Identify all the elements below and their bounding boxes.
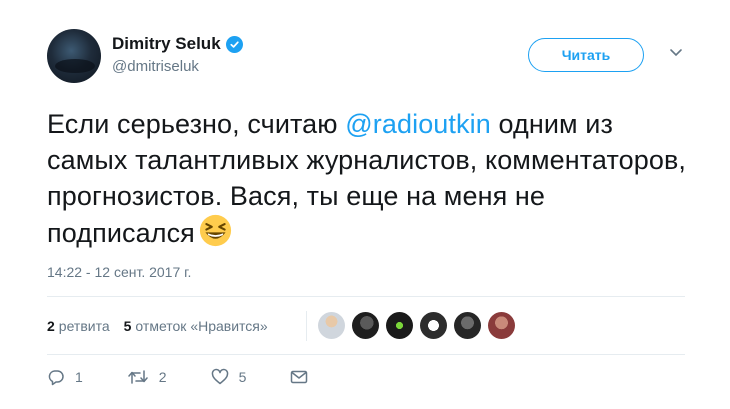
grinning-squinting-face-icon [199,214,231,247]
author-handle[interactable]: @dmitriseluk [112,58,199,75]
retweet-count: 2 [158,369,167,385]
divider [47,296,685,297]
like-button[interactable]: 5 [211,368,247,386]
liker-avatar[interactable] [488,312,515,339]
liker-avatar[interactable] [420,312,447,339]
liker-avatar[interactable] [386,312,413,339]
liker-avatar[interactable] [454,312,481,339]
mention-link[interactable]: @radioutkin [345,109,491,139]
author-avatar[interactable] [47,29,101,83]
engagement-stats: 2 ретвита 5 отметок «Нравится» [47,310,282,342]
liker-avatar[interactable] [352,312,379,339]
envelope-icon [291,370,308,384]
tweet-card: Dimitry Seluk @dmitriseluk Читать Если с… [0,0,730,409]
reply-count: 1 [75,369,83,385]
liker-avatar[interactable] [318,312,345,339]
likes-count: 5 [123,318,132,334]
like-count: 5 [238,369,247,385]
retweets-stat[interactable]: 2 ретвита [47,318,110,334]
heart-icon [211,368,228,385]
retweet-button[interactable]: 2 [127,368,167,386]
retweets-count: 2 [47,318,55,334]
verified-badge-icon [225,35,243,53]
retweets-label: ретвита [58,318,110,334]
reply-icon [48,370,64,386]
likes-stat[interactable]: 5 отметок «Нравится» [124,318,268,334]
liker-avatars [318,312,522,339]
follow-button[interactable]: Читать [528,38,644,72]
tweet-timestamp[interactable]: 14:22 - 12 сент. 2017 г. [47,264,191,280]
reply-button[interactable]: 1 [47,368,83,386]
tweet-actions: 1 2 5 [47,368,352,386]
author-name-row[interactable]: Dimitry Seluk [112,33,243,55]
tweet-text-part: Если серьезно, считаю [47,109,346,139]
direct-message-button[interactable] [290,369,308,385]
retweet-icon [128,370,148,384]
likes-label: отметок «Нравится» [135,318,268,334]
author-display-name[interactable]: Dimitry Seluk [112,34,221,54]
stats-separator [306,311,307,341]
chevron-down-icon[interactable] [669,48,683,58]
divider [47,354,685,355]
tweet-text: Если серьезно, считаю @radioutkin одним … [47,106,687,251]
